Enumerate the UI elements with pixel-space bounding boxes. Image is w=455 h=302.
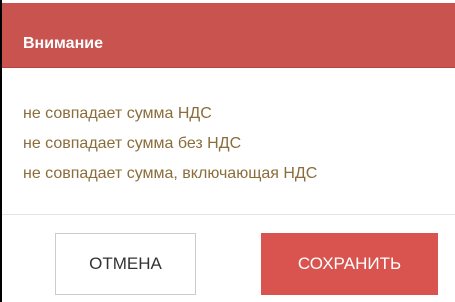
dialog-title: Внимание (23, 35, 103, 52)
dialog-body: не совпадает сумма НДС не совпадает сумм… (2, 68, 455, 214)
warning-dialog: Внимание не совпадает сумма НДС не совпа… (2, 0, 455, 302)
cancel-button[interactable]: ОТМЕНА (55, 233, 196, 295)
footer-divider (2, 214, 455, 215)
warning-message: не совпадает сумма НДС (23, 105, 212, 122)
dialog-header: Внимание (2, 3, 455, 68)
warning-message: не совпадает сумма, включающая НДС (23, 165, 318, 182)
save-button[interactable]: СОХРАНИТЬ (261, 233, 438, 295)
warning-message: не совпадает сумма без НДС (23, 135, 242, 152)
